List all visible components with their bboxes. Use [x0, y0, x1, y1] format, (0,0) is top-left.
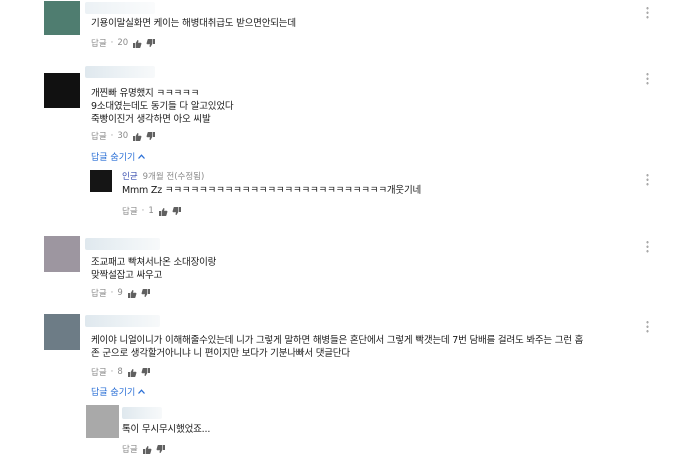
like-count: 9	[117, 288, 123, 298]
more-vert-icon[interactable]	[646, 240, 649, 253]
thumbs-up-icon[interactable]	[142, 445, 152, 454]
like-count: 1	[148, 206, 154, 216]
hide-replies-label: 답글 숨기기	[91, 153, 136, 163]
thumbs-up-icon[interactable]	[132, 39, 142, 48]
like-count: 20	[117, 38, 129, 48]
thumbs-up-icon[interactable]	[132, 132, 142, 141]
reply-text: 톡이 무시무시했었죠...	[122, 424, 211, 435]
hide-replies-button[interactable]: 답글 숨기기	[91, 385, 146, 398]
more-vert-icon[interactable]	[646, 320, 649, 333]
thumbs-down-icon[interactable]	[141, 288, 151, 298]
reply-button[interactable]: 답글	[91, 37, 107, 49]
avatar[interactable]	[86, 405, 119, 438]
like-count: 8	[117, 367, 123, 377]
avatar[interactable]	[44, 314, 80, 350]
comment-text: 조교패고 빡쳐서나온 소대장이랑	[91, 257, 217, 268]
comment-text: 기용이말실화면 케이는 해병대취급도 받으면안되는데	[91, 18, 296, 29]
avatar[interactable]	[90, 170, 112, 192]
hide-replies-label: 답글 숨기기	[91, 388, 136, 398]
comment-text: 존 군으로 생각할거아니냐 니 편이지만 보다가 기분나빠서 댓글단다	[91, 348, 350, 359]
reply-button[interactable]: 답글	[91, 130, 107, 142]
author-name[interactable]: 인균	[122, 172, 138, 182]
comment-actions: 답글 · 30	[91, 130, 156, 142]
thumbs-down-icon[interactable]	[146, 38, 156, 48]
thumbs-up-icon[interactable]	[127, 368, 137, 377]
comment-actions: 답글 · 9	[91, 287, 151, 299]
comment-text: 맞짝설잡고 싸우고	[91, 270, 163, 281]
reply-timestamp[interactable]: 9개월 전(수정됨)	[143, 172, 205, 182]
reply-button[interactable]: 답글	[122, 443, 138, 455]
comment-text: 죽빵이진거 생각하면 아오 씨발	[91, 114, 211, 125]
reply-button[interactable]: 답글	[122, 205, 138, 217]
like-count: 30	[117, 131, 129, 141]
more-vert-icon[interactable]	[646, 173, 649, 186]
author-name-blurred[interactable]	[85, 238, 160, 250]
reply-author[interactable]: 인균 9개월 전(수정됨)	[122, 170, 204, 182]
thumbs-down-icon[interactable]	[141, 367, 151, 377]
author-name-blurred[interactable]	[85, 66, 155, 78]
reply-button[interactable]: 답글	[91, 287, 107, 299]
hide-replies-button[interactable]: 답글 숨기기	[91, 150, 146, 163]
more-vert-icon[interactable]	[646, 6, 649, 19]
more-vert-icon[interactable]	[646, 72, 649, 85]
avatar[interactable]	[44, 236, 80, 272]
author-name-blurred[interactable]	[85, 315, 160, 327]
thumbs-up-icon[interactable]	[158, 207, 168, 216]
thumbs-down-icon[interactable]	[146, 131, 156, 141]
comment-actions: 답글 · 20	[91, 37, 156, 49]
thumbs-down-icon[interactable]	[172, 206, 182, 216]
reply-actions: 답글	[122, 443, 166, 455]
comment-text: 9소대였는데도 동기들 다 알고있었다	[91, 101, 234, 112]
avatar[interactable]	[44, 1, 80, 35]
thumbs-up-icon[interactable]	[127, 289, 137, 298]
comment-text: 개찐빠 유명했지 ㅋㅋㅋㅋㅋ	[91, 88, 200, 99]
avatar[interactable]	[44, 73, 80, 108]
author-name-blurred[interactable]	[122, 407, 162, 419]
comment-text: 케이야 니얼이니가 이해해줄수있는데 니가 그렇게 말하면 해병들은 혼단에서 …	[91, 335, 584, 346]
chevron-up-icon	[138, 389, 146, 394]
comment-actions: 답글 · 8	[91, 366, 151, 378]
reply-button[interactable]: 답글	[91, 366, 107, 378]
author-name-blurred[interactable]	[85, 2, 155, 14]
chevron-up-icon	[138, 154, 146, 159]
thumbs-down-icon[interactable]	[156, 444, 166, 454]
reply-text: Mmm Zz ㅋㅋㅋㅋㅋㅋㅋㅋㅋㅋㅋㅋㅋㅋㅋㅋㅋㅋㅋㅋㅋㅋㅋㅋㅋㅋ개웃기네	[122, 185, 422, 196]
reply-actions: 답글 · 1	[122, 205, 182, 217]
